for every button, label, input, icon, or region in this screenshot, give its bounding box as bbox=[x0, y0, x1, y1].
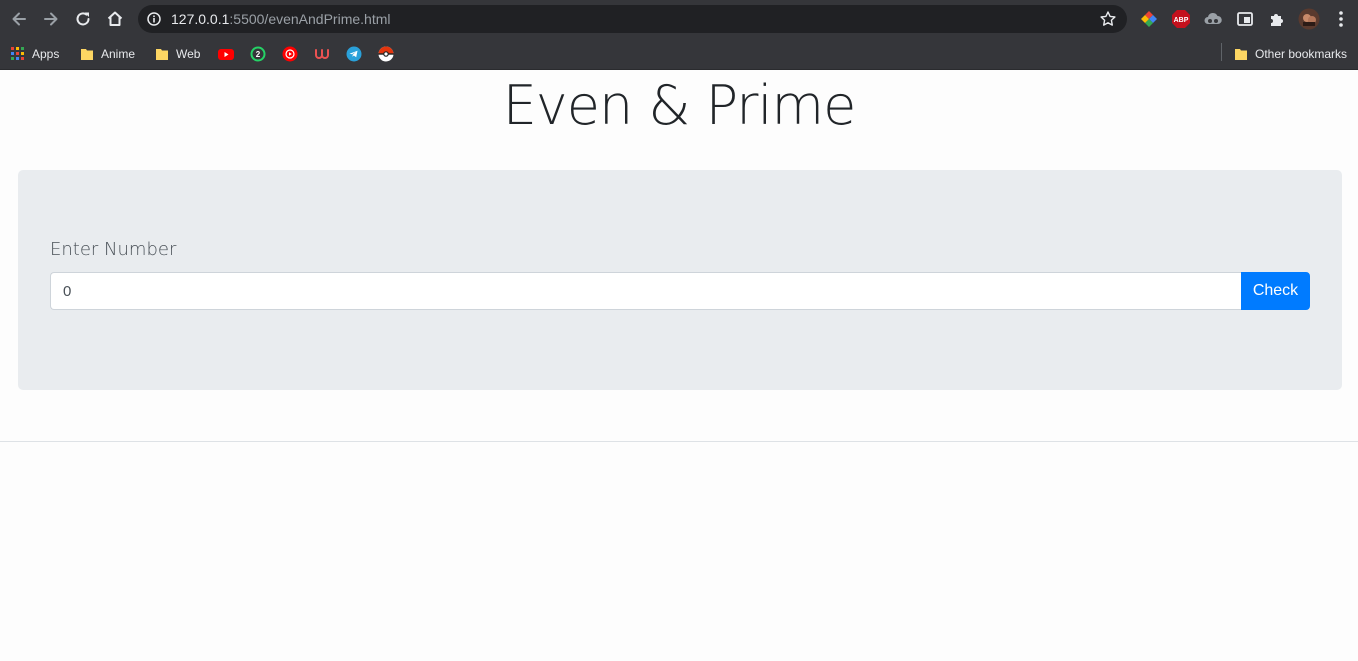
number-input[interactable] bbox=[50, 272, 1242, 310]
page-content: Even & Prime Enter Number Check bbox=[0, 70, 1358, 661]
page-title: Even & Prime bbox=[502, 74, 857, 137]
arrow-left-icon bbox=[12, 12, 26, 26]
bookmark-folder-label: Web bbox=[176, 47, 201, 61]
address-bar[interactable]: 127.0.0.1:5500/evenAndPrime.html bbox=[138, 5, 1127, 33]
bookmark-other-label: Other bookmarks bbox=[1255, 47, 1348, 61]
puzzle-icon[interactable] bbox=[1267, 9, 1287, 29]
browser-toolbar: 127.0.0.1:5500/evenAndPrime.html ABP bbox=[0, 0, 1358, 38]
url-host: 127.0.0.1 bbox=[171, 11, 230, 27]
profile-avatar[interactable] bbox=[1298, 8, 1320, 30]
whatsapp-icon: 2 bbox=[250, 46, 266, 62]
url-text: 127.0.0.1:5500/evenAndPrime.html bbox=[171, 11, 390, 27]
telegram-icon bbox=[346, 46, 362, 62]
adblock-plus-icon[interactable]: ABP bbox=[1171, 9, 1191, 29]
apps-grid-icon bbox=[11, 47, 25, 61]
bookmarks-bar: Apps Anime Web 2 Other bookmarks bbox=[0, 38, 1358, 70]
reload-icon bbox=[76, 12, 90, 26]
more-menu-icon[interactable] bbox=[1331, 9, 1351, 29]
back-button[interactable] bbox=[7, 7, 31, 31]
bookmark-other[interactable]: Other bookmarks bbox=[1234, 44, 1347, 64]
svg-text:2: 2 bbox=[256, 50, 261, 59]
udemy-bookmark[interactable] bbox=[314, 44, 330, 64]
pokeball-icon bbox=[378, 46, 394, 62]
bookmark-folder-label: Anime bbox=[101, 47, 136, 61]
bookmarks-separator bbox=[1221, 43, 1222, 61]
url-path: :5500/evenAndPrime.html bbox=[229, 11, 391, 27]
youtube-bookmark[interactable] bbox=[218, 44, 234, 64]
whatsapp-bookmark[interactable]: 2 bbox=[250, 44, 266, 64]
enter-number-label: Enter Number bbox=[50, 239, 177, 260]
colorful-extension-icon[interactable] bbox=[1139, 9, 1159, 29]
youtube-music-icon bbox=[282, 46, 298, 62]
bookmark-apps-label: Apps bbox=[32, 47, 60, 61]
cloud-extension-icon[interactable] bbox=[1203, 9, 1223, 29]
bookmark-folder-web[interactable]: Web bbox=[155, 44, 200, 64]
youtube-music-bookmark[interactable] bbox=[282, 44, 298, 64]
bookmark-apps[interactable]: Apps bbox=[11, 44, 59, 64]
arrow-right-icon bbox=[44, 12, 58, 26]
home-icon bbox=[107, 11, 123, 26]
folder-icon bbox=[1234, 47, 1248, 61]
input-panel: Enter Number Check bbox=[18, 170, 1342, 390]
bookmark-star-icon[interactable] bbox=[1099, 10, 1117, 28]
svg-text:ABP: ABP bbox=[1174, 17, 1189, 24]
telegram-bookmark[interactable] bbox=[346, 44, 362, 64]
forward-button[interactable] bbox=[39, 7, 63, 31]
horizontal-rule bbox=[0, 441, 1358, 442]
youtube-icon bbox=[218, 49, 234, 60]
check-button[interactable]: Check bbox=[1241, 272, 1310, 310]
media-router-icon[interactable] bbox=[1235, 9, 1255, 29]
info-icon[interactable] bbox=[147, 12, 161, 26]
reload-button[interactable] bbox=[71, 7, 95, 31]
home-button[interactable] bbox=[103, 7, 127, 31]
folder-icon bbox=[80, 47, 94, 61]
udemy-icon bbox=[315, 49, 329, 59]
folder-icon bbox=[155, 47, 169, 61]
pokeball-bookmark[interactable] bbox=[378, 44, 394, 64]
bookmark-folder-anime[interactable]: Anime bbox=[80, 44, 135, 64]
